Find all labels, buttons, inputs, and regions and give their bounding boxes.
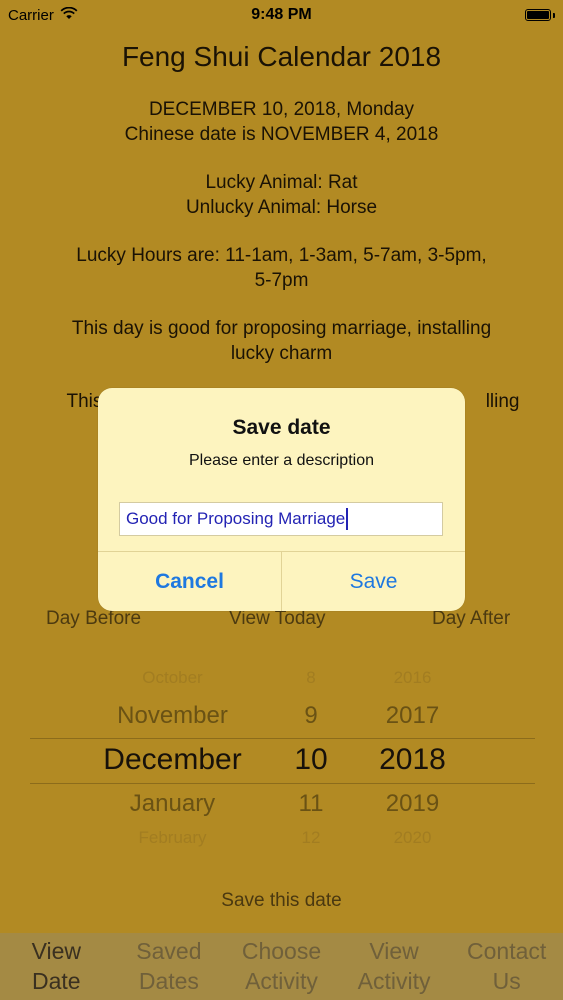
tab-label-line-1: Saved	[136, 938, 202, 964]
picker-month[interactable]: February	[60, 828, 285, 848]
date-picker[interactable]: October 8 2016 November 9 2017 December …	[0, 668, 563, 848]
tab-view-date[interactable]: View Date	[0, 933, 113, 1000]
save-this-date-button[interactable]: Save this date	[0, 890, 563, 912]
tab-contact-us[interactable]: Contact Us	[450, 933, 563, 1000]
lucky-hours-line-2: 5-7pm	[254, 269, 309, 291]
good-for-block: This day is good for proposing marriage,…	[22, 317, 542, 366]
picker-year[interactable]: 2016	[355, 668, 470, 688]
date-line: DECEMBER 10, 2018, Monday	[148, 99, 415, 120]
picker-row[interactable]: January 11 2019	[0, 790, 563, 830]
description-input[interactable]: Good for Proposing Marriage	[119, 502, 443, 536]
unlucky-animal: Unlucky Animal: Horse	[185, 196, 378, 218]
tab-label-line-2: Activity	[357, 968, 431, 994]
dialog-buttons: Cancel Save	[98, 551, 465, 611]
good-for-line-2: lucky charm	[230, 342, 333, 364]
tab-saved-dates[interactable]: Saved Dates	[113, 933, 226, 1000]
picker-day[interactable]: 11	[280, 790, 342, 818]
tab-label-line-1: Contact	[467, 938, 547, 964]
picker-month[interactable]: November	[60, 702, 285, 730]
picker-selection-top-line	[30, 738, 535, 739]
save-date-dialog: Save date Please enter a description Goo…	[98, 388, 465, 611]
picker-row[interactable]: October 8 2016	[0, 668, 563, 694]
tab-label-line-2: Us	[492, 968, 521, 994]
page-title: Feng Shui Calendar 2018	[121, 41, 442, 72]
day-info: Feng Shui Calendar 2018 DECEMBER 10, 201…	[0, 30, 563, 415]
lucky-hours-line-1: Lucky Hours are: 11-1am, 1-3am, 5-7am, 3…	[76, 245, 487, 266]
good-for-line-1: This day is good for proposing marriage,…	[71, 318, 492, 339]
picker-year[interactable]: 2019	[355, 790, 470, 818]
animal-block: Lucky Animal: Rat Unlucky Animal: Horse	[22, 171, 542, 220]
tab-bar: View Date Saved Dates Choose Activity Vi…	[0, 933, 563, 1000]
picker-month[interactable]: October	[60, 668, 285, 688]
dialog-message: Please enter a description	[189, 452, 374, 469]
tab-view-activity[interactable]: View Activity	[338, 933, 451, 1000]
picker-month[interactable]: January	[60, 790, 285, 818]
view-today-button[interactable]: View Today	[229, 608, 325, 630]
save-button[interactable]: Save	[282, 552, 465, 611]
picker-row[interactable]: November 9 2017	[0, 702, 563, 742]
picker-day[interactable]: 12	[280, 828, 342, 848]
status-bar: Carrier 9:48 PM	[0, 0, 563, 30]
tab-choose-activity[interactable]: Choose Activity	[225, 933, 338, 1000]
picker-day[interactable]: 8	[280, 668, 342, 688]
date-block: DECEMBER 10, 2018, Monday Chinese date i…	[22, 98, 542, 147]
picker-year-selected[interactable]: 2018	[355, 743, 470, 777]
status-time: 9:48 PM	[251, 6, 312, 23]
bad-for-partial-right: lling	[485, 391, 520, 412]
tab-label-line-1: View	[369, 938, 419, 964]
tab-label-line-2: Activity	[245, 968, 318, 994]
tab-label-line-1: Choose	[241, 938, 322, 964]
picker-row-selected[interactable]: December 10 2018	[0, 743, 563, 783]
tab-label-line-1: View	[31, 938, 82, 964]
day-after-button[interactable]: Day After	[432, 608, 510, 630]
picker-day[interactable]: 9	[280, 702, 342, 730]
cancel-button[interactable]: Cancel	[98, 552, 282, 611]
dialog-title: Save date	[232, 416, 331, 439]
picker-day-selected[interactable]: 10	[280, 743, 342, 777]
lucky-animal: Lucky Animal: Rat	[205, 172, 358, 193]
description-input-value: Good for Proposing Marriage	[126, 509, 346, 528]
lucky-hours-block: Lucky Hours are: 11-1am, 1-3am, 5-7am, 3…	[22, 244, 542, 293]
tab-label-line-2: Date	[32, 968, 81, 994]
picker-month-selected[interactable]: December	[60, 743, 285, 777]
chinese-date-line: Chinese date is NOVEMBER 4, 2018	[124, 123, 439, 145]
picker-year[interactable]: 2017	[355, 702, 470, 730]
text-caret	[346, 508, 349, 530]
day-navigation: Day Before View Today Day After	[0, 608, 563, 634]
picker-selection-bottom-line	[30, 783, 535, 784]
picker-year[interactable]: 2020	[355, 828, 470, 848]
day-before-button[interactable]: Day Before	[46, 608, 141, 630]
picker-row[interactable]: February 12 2020	[0, 828, 563, 848]
tab-label-line-2: Dates	[138, 968, 199, 994]
